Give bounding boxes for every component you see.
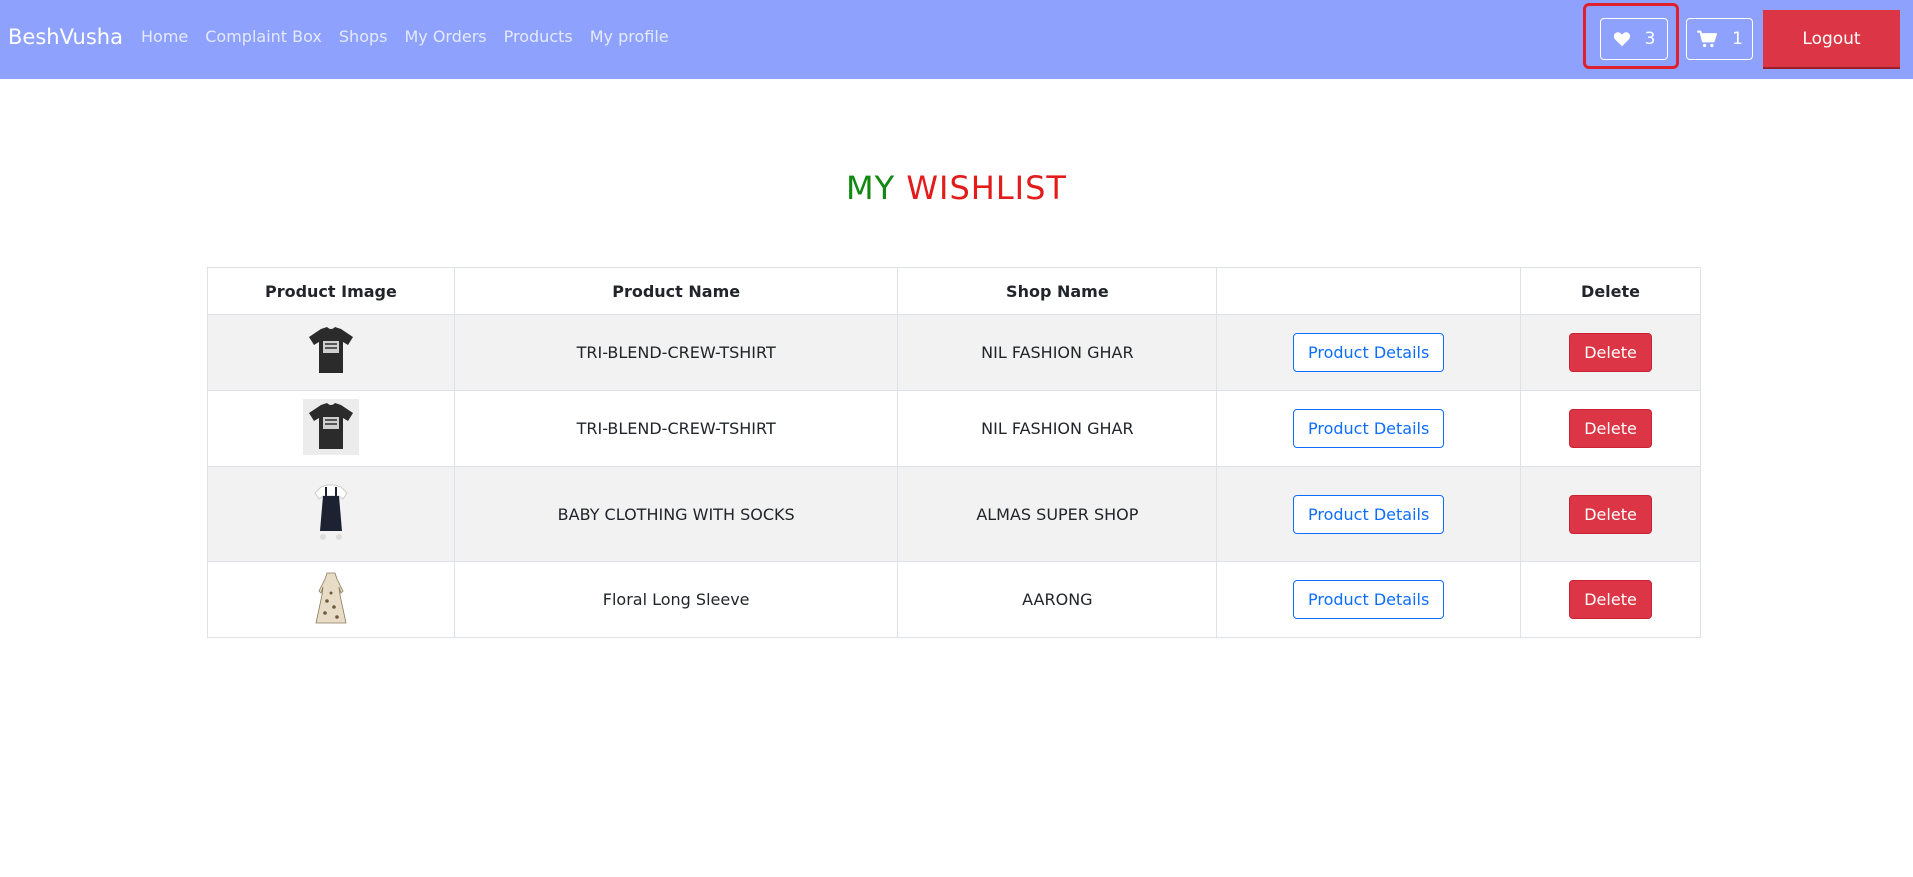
- product-details-button[interactable]: Product Details: [1292, 333, 1445, 372]
- product-name-cell: Floral Long Sleeve: [453, 561, 899, 638]
- delete-cell: Delete: [1520, 314, 1701, 391]
- delete-cell: Delete: [1520, 390, 1701, 467]
- product-details-button[interactable]: Product Details: [1292, 580, 1445, 619]
- wishlist-button[interactable]: 3: [1600, 18, 1668, 60]
- nav-link-products[interactable]: Products: [504, 27, 573, 46]
- black-tshirt-image: [302, 322, 359, 383]
- nav-link-complaint-box[interactable]: Complaint Box: [205, 27, 322, 46]
- black-tshirt-image: [302, 398, 359, 459]
- delete-button[interactable]: Delete: [1569, 333, 1652, 372]
- floral-dress-image: [312, 570, 349, 629]
- header-product-image: Product Image: [207, 267, 455, 315]
- delete-button[interactable]: Delete: [1569, 494, 1652, 534]
- table-row: Floral Long Sleeve AARONG Product Detail…: [207, 561, 1701, 638]
- details-cell: Product Details: [1216, 561, 1522, 638]
- table-row: TRI-BLEND-CREW-TSHIRT NIL FASHION GHAR P…: [207, 390, 1701, 467]
- page-title-part-1: MY: [846, 169, 896, 207]
- shop-name-cell: ALMAS SUPER SHOP: [897, 466, 1218, 562]
- shop-name-cell: NIL FASHION GHAR: [897, 390, 1218, 467]
- header-product-name: Product Name: [453, 267, 899, 315]
- delete-cell: Delete: [1520, 466, 1701, 562]
- table-header-row: Product Image Product Name Shop Name Del…: [207, 267, 1701, 315]
- shop-name-cell: AARONG: [897, 561, 1218, 638]
- nav-links: Home Complaint Box Shops My Orders Produ…: [141, 27, 686, 46]
- details-cell: Product Details: [1216, 390, 1522, 467]
- header-shop-name: Shop Name: [897, 267, 1218, 315]
- product-name-cell: BABY CLOTHING WITH SOCKS: [453, 466, 899, 562]
- product-image-cell: [207, 466, 455, 562]
- shop-name-cell: NIL FASHION GHAR: [897, 314, 1218, 391]
- page-title: MY WISHLIST: [0, 169, 1913, 207]
- brand-logo[interactable]: BeshVusha: [8, 25, 123, 49]
- table-row: TRI-BLEND-CREW-TSHIRT NIL FASHION GHAR P…: [207, 314, 1701, 391]
- nav-link-my-orders[interactable]: My Orders: [404, 27, 486, 46]
- product-image-cell: [207, 390, 455, 467]
- header-details: [1216, 267, 1522, 315]
- header-delete: Delete: [1520, 267, 1701, 315]
- nav-link-shops[interactable]: Shops: [339, 27, 388, 46]
- product-image-cell: [207, 314, 455, 391]
- top-navbar: BeshVusha Home Complaint Box Shops My Or…: [0, 0, 1913, 79]
- product-details-button[interactable]: Product Details: [1292, 494, 1445, 534]
- details-cell: Product Details: [1216, 314, 1522, 391]
- shopping-cart-icon: [1696, 30, 1718, 48]
- product-name-cell: TRI-BLEND-CREW-TSHIRT: [453, 390, 899, 467]
- page-title-part-2: WISHLIST: [906, 169, 1067, 207]
- details-cell: Product Details: [1216, 466, 1522, 562]
- table-row: BABY CLOTHING WITH SOCKS ALMAS SUPER SHO…: [207, 466, 1701, 562]
- delete-button[interactable]: Delete: [1569, 580, 1652, 619]
- cart-button[interactable]: 1: [1686, 18, 1753, 60]
- delete-button[interactable]: Delete: [1569, 409, 1652, 448]
- nav-link-my-profile[interactable]: My profile: [590, 27, 669, 46]
- nav-link-home[interactable]: Home: [141, 27, 188, 46]
- logout-button[interactable]: Logout: [1763, 10, 1900, 69]
- product-name-cell: TRI-BLEND-CREW-TSHIRT: [453, 314, 899, 391]
- wishlist-count: 3: [1644, 29, 1656, 49]
- delete-cell: Delete: [1520, 561, 1701, 638]
- cart-count: 1: [1732, 29, 1743, 49]
- wishlist-table: Product Image Product Name Shop Name Del…: [207, 267, 1701, 638]
- baby-dress-image: [308, 481, 353, 547]
- heart-icon: [1613, 31, 1631, 47]
- product-image-cell: [207, 561, 455, 638]
- product-details-button[interactable]: Product Details: [1292, 409, 1445, 448]
